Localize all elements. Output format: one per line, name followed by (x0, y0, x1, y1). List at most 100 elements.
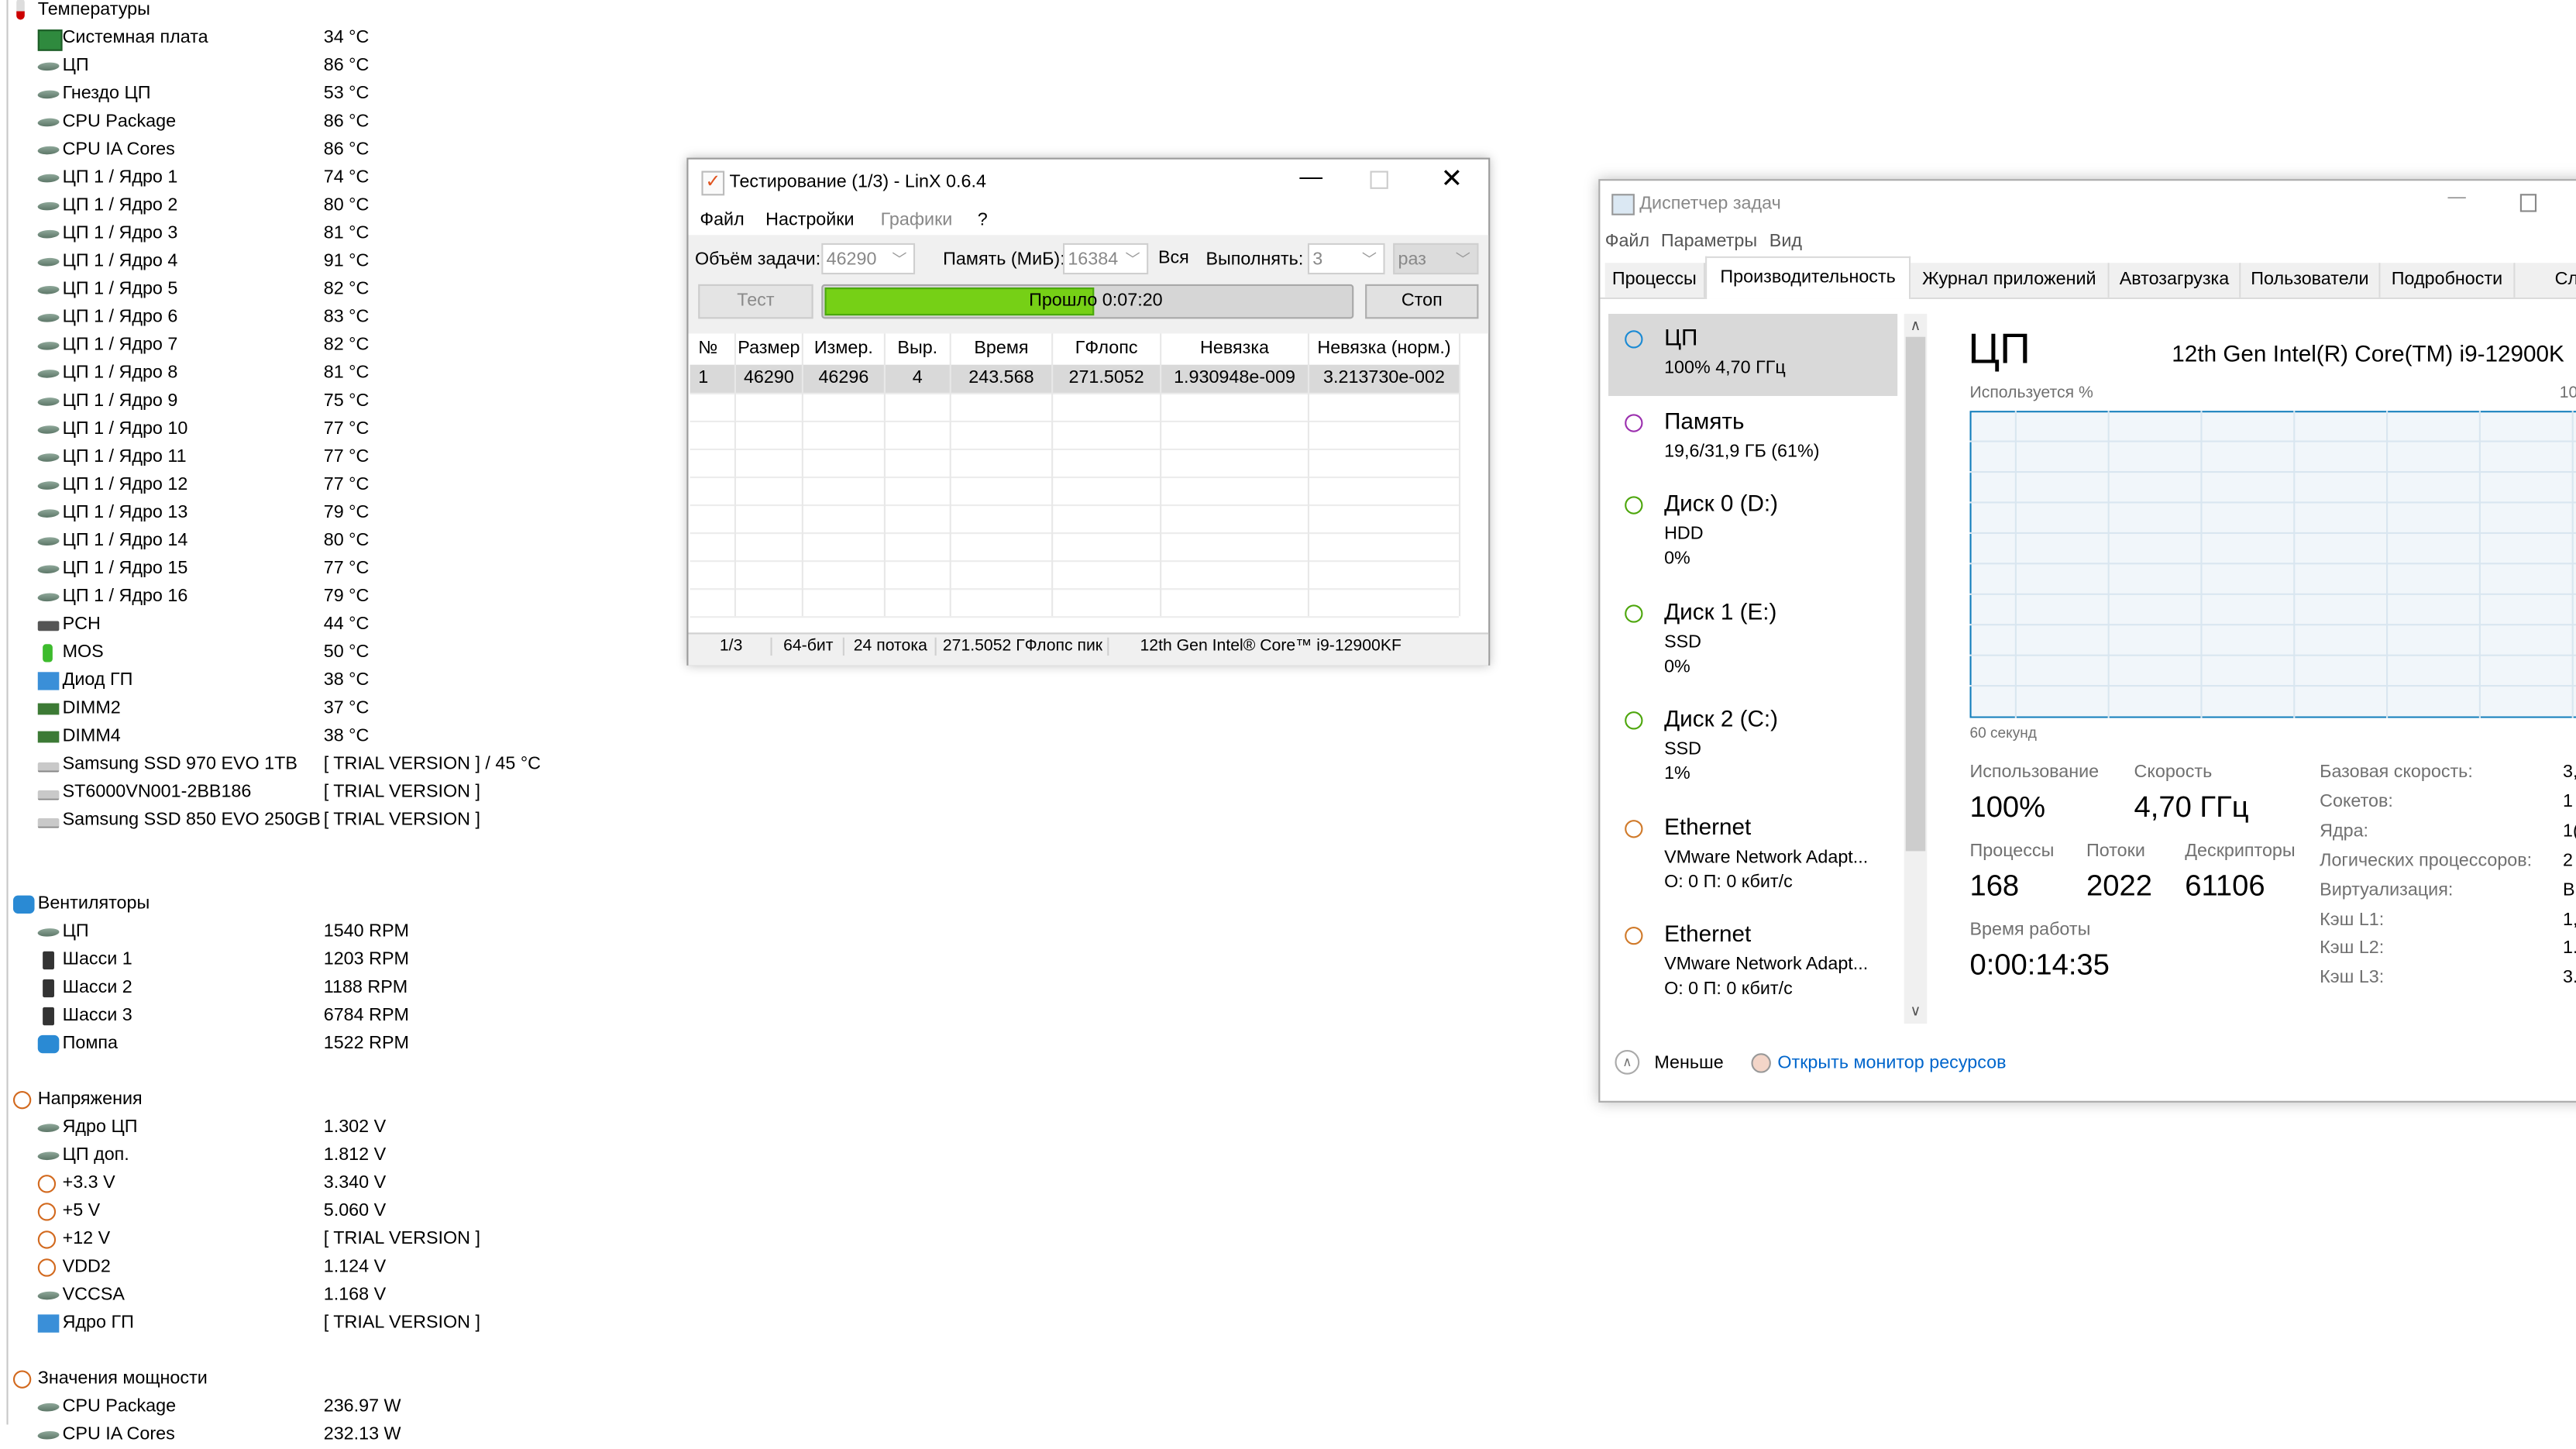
menu-view[interactable]: Вид (1769, 232, 1802, 251)
table-row[interactable] (690, 420, 1461, 451)
sensor-row[interactable]: ЦП 1 / Ядро 6 83 °C (0, 304, 657, 332)
menu-file[interactable]: Файл (700, 210, 744, 229)
maximize-button[interactable] (2519, 194, 2537, 212)
menu-options[interactable]: Параметры (1661, 232, 1757, 251)
column-header[interactable]: Невязка (1161, 333, 1310, 365)
resource-item[interactable]: Память 19,6/31,9 ГБ (61%) (1608, 398, 1897, 480)
table-row[interactable]: 1 46290 46296 4 243.568 271.5052 1.930948e-009… (690, 364, 1461, 394)
tab-4[interactable]: Автозагрузка (2109, 263, 2241, 298)
resource-scrollbar[interactable]: ∧ ∨ (1904, 314, 1928, 1024)
tab-6[interactable]: Подробности (2380, 263, 2516, 298)
sensor-group-header[interactable]: Вентиляторы (0, 890, 657, 918)
sensor-row[interactable]: Шасси 2 1188 RPM (0, 974, 657, 1002)
tab-2[interactable]: Производительность (1705, 256, 1911, 299)
sensor-row[interactable]: Системная плата 34 °C (0, 25, 657, 53)
sensor-row[interactable]: Шасси 3 6784 RPM (0, 1003, 657, 1031)
column-header[interactable]: Невязка (норм.) (1309, 333, 1461, 365)
sensor-row[interactable]: Гнездо ЦП 53 °C (0, 81, 657, 108)
scroll-down-icon[interactable]: ∨ (1904, 1003, 1928, 1020)
sensor-row[interactable]: Ядро ГП [ TRIAL VERSION ] (0, 1310, 657, 1337)
sensor-row[interactable]: Samsung SSD 850 EVO 250GB[ TRIAL VERSION… (0, 807, 657, 835)
resource-item[interactable]: Диск 1 (E:) SSD 0% (1608, 588, 1897, 677)
maximize-button[interactable] (1370, 170, 1388, 189)
sensor-row[interactable]: ЦП доп. 1.812 V (0, 1142, 657, 1170)
open-resource-monitor-link[interactable]: Открыть монитор ресурсов (1777, 1053, 2006, 1072)
resource-item[interactable]: Диск 2 (C:) SSD 1% (1608, 695, 1897, 783)
column-header[interactable]: № (690, 333, 736, 365)
sensor-row[interactable]: ЦП 1 / Ядро 9 75 °C (0, 387, 657, 415)
table-row[interactable] (690, 504, 1461, 535)
sensor-row[interactable]: DIMM2 37 °C (0, 695, 657, 723)
resource-item[interactable]: Ethernet VMware Network Adapt... О: 0 П: 0… (1608, 804, 1897, 892)
sensor-row[interactable]: DIMM4 38 °C (0, 723, 657, 751)
stop-button[interactable]: Стоп (1365, 284, 1479, 319)
sensor-row[interactable]: VDD2 1.124 V (0, 1254, 657, 1282)
tab-3[interactable]: Журнал приложений (1911, 263, 2110, 298)
tab-1[interactable]: Процессы (1604, 263, 1706, 298)
table-row[interactable] (690, 560, 1461, 590)
sensor-row[interactable]: +3.3 V 3.340 V (0, 1170, 657, 1198)
sensor-row[interactable]: ЦП 1 / Ядро 4 91 °C (0, 248, 657, 276)
column-header[interactable]: ГФлопс (1053, 333, 1162, 365)
sensor-row[interactable]: ЦП 1 / Ядро 13 79 °C (0, 500, 657, 528)
sensor-row[interactable]: ЦП 1540 RPM (0, 918, 657, 946)
resource-item[interactable]: Диск 0 (D:) HDD 0% (1608, 480, 1897, 569)
menu-file[interactable]: Файл (1605, 232, 1649, 251)
sensor-row[interactable]: CPU IA Cores 232.13 W (0, 1421, 657, 1449)
minimize-button[interactable]: — (1299, 163, 1322, 189)
run-unit-combo[interactable]: раз ﹀ (1393, 243, 1479, 275)
sensor-row[interactable]: CPU Package 236.97 W (0, 1393, 657, 1421)
all-memory-button[interactable]: Вся (1158, 248, 1189, 267)
sensor-group-header[interactable]: Температуры (0, 0, 657, 25)
sensor-row[interactable]: Шасси 1 1203 RPM (0, 946, 657, 974)
sensor-row[interactable]: ЦП 1 / Ядро 11 77 °C (0, 444, 657, 472)
sensor-row[interactable]: ЦП 1 / Ядро 15 77 °C (0, 556, 657, 583)
sensor-row[interactable]: Ядро ЦП 1.302 V (0, 1114, 657, 1142)
column-header[interactable]: Измер. (803, 333, 886, 365)
sensor-row[interactable]: ЦП 1 / Ядро 10 77 °C (0, 415, 657, 443)
task-size-combo[interactable]: 46290 ﹀ (821, 243, 916, 275)
sensor-row[interactable]: Диод ГП 38 °C (0, 667, 657, 695)
column-header[interactable]: Размер (736, 333, 803, 365)
sensor-row[interactable]: VCCSA 1.168 V (0, 1282, 657, 1310)
sensor-row[interactable]: ЦП 1 / Ядро 14 80 °C (0, 528, 657, 556)
sensor-row[interactable]: ЦП 1 / Ядро 7 82 °C (0, 332, 657, 360)
sensor-row[interactable]: ЦП 86 °C (0, 53, 657, 81)
scroll-up-icon[interactable]: ∧ (1904, 317, 1928, 335)
close-button[interactable]: ✕ (1441, 163, 1463, 195)
sensor-row[interactable]: CPU Package 86 °C (0, 108, 657, 136)
sensor-group-header[interactable]: Значения мощности (0, 1365, 657, 1393)
sensor-row[interactable]: Samsung SSD 970 EVO 1TB [ TRIAL VERSION ]… (0, 751, 657, 779)
sensor-row[interactable]: ЦП 1 / Ядро 16 79 °C (0, 583, 657, 611)
resource-item[interactable]: ЦП 100% 4,70 ГГц (1608, 314, 1898, 397)
menu-help[interactable]: ? (978, 210, 988, 229)
sensor-row[interactable]: ST6000VN001-2BB186 [ TRIAL VERSION ] (0, 779, 657, 807)
sensor-row[interactable]: ЦП 1 / Ядро 2 80 °C (0, 192, 657, 220)
table-row[interactable] (690, 392, 1461, 422)
sensor-row[interactable]: ЦП 1 / Ядро 5 82 °C (0, 276, 657, 304)
sensor-row[interactable]: MOS 50 °C (0, 639, 657, 667)
test-button[interactable]: Тест (698, 284, 813, 319)
sensor-row[interactable]: +12 V [ TRIAL VERSION ] (0, 1226, 657, 1254)
tab-7[interactable]: Служб (2515, 263, 2576, 298)
column-header[interactable]: Выр. (886, 333, 951, 365)
sensor-row[interactable]: CPU IA Cores 86 °C (0, 136, 657, 164)
tab-5[interactable]: Пользователи (2241, 263, 2381, 298)
table-row[interactable] (690, 476, 1461, 507)
sensor-row[interactable]: ЦП 1 / Ядро 8 81 °C (0, 360, 657, 387)
minimize-button[interactable]: — (2448, 188, 2466, 207)
sensor-row[interactable]: PCH 44 °C (0, 611, 657, 639)
column-header[interactable]: Время (951, 333, 1054, 365)
resource-item[interactable]: Ethernet VMware Network Adapt... О: 0 П: 0… (1608, 910, 1897, 999)
menu-graphs[interactable]: Графики (881, 210, 953, 229)
sensor-group-header[interactable]: Напряжения (0, 1086, 657, 1114)
menu-settings[interactable]: Настройки (765, 210, 854, 229)
sensor-row[interactable]: Помпа 1522 RPM (0, 1031, 657, 1058)
table-row[interactable] (690, 448, 1461, 479)
memory-combo[interactable]: 16384 ﹀ (1062, 243, 1149, 275)
sensor-row[interactable]: ЦП 1 / Ядро 1 74 °C (0, 164, 657, 192)
fewer-details-icon[interactable]: ∧ (1615, 1049, 1640, 1075)
table-row[interactable] (690, 532, 1461, 563)
sensor-row[interactable]: +5 V 5.060 V (0, 1198, 657, 1226)
fewer-details-button[interactable]: Меньше (1654, 1053, 1723, 1072)
